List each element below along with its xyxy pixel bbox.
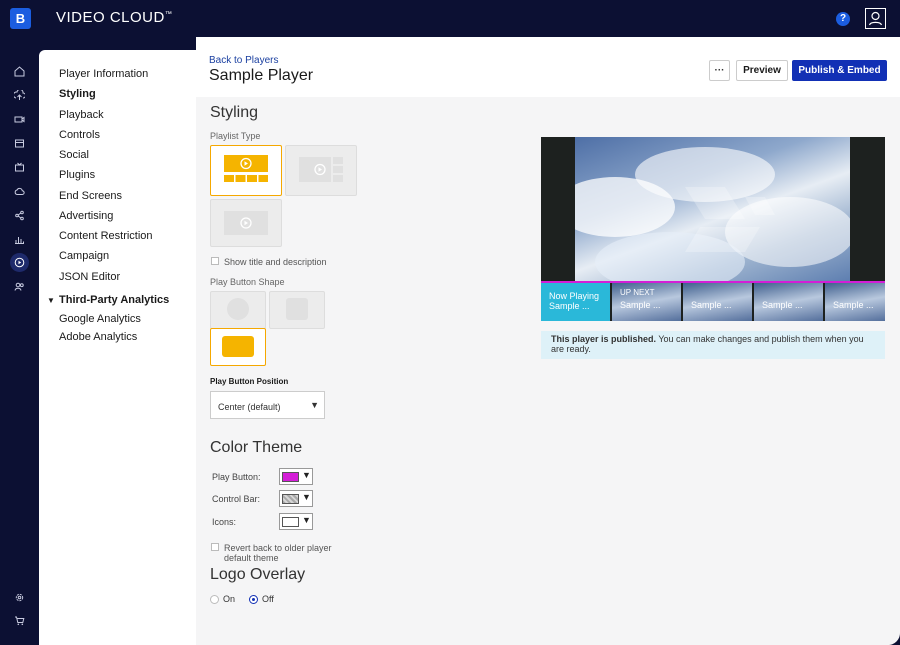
players-icon[interactable] <box>10 253 29 272</box>
brand-name: VIDEO CLOUD <box>56 9 165 26</box>
nav-item-player-information[interactable]: Player Information <box>59 68 148 80</box>
upload-icon[interactable] <box>10 86 29 105</box>
nav-item-json-editor[interactable]: JSON Editor <box>59 271 120 283</box>
video-icon[interactable] <box>10 110 29 129</box>
thumb-label-top: Now Playing <box>549 291 600 301</box>
nav-item-social[interactable]: Social <box>59 149 89 161</box>
dropdown-arrow-icon: ▼ <box>302 515 311 525</box>
playlist-type-side-tile[interactable] <box>285 145 357 196</box>
color-theme-heading: Color Theme <box>210 439 303 456</box>
play-button-position-value: Center (default) <box>218 402 281 412</box>
playlist-thumb[interactable]: Sample ... <box>825 283 885 321</box>
thumb-label-bottom: Sample ... <box>620 300 661 310</box>
more-options-button[interactable]: ··· <box>709 60 730 81</box>
page-title: Sample Player <box>209 67 314 84</box>
playlist-type-label: Playlist Type <box>210 131 261 141</box>
playlist-type-none-tile[interactable] <box>210 199 282 247</box>
logo-overlay-heading: Logo Overlay <box>210 566 306 583</box>
nav-item-controls[interactable]: Controls <box>59 129 100 141</box>
icons-color-swatch <box>282 517 299 527</box>
select-arrow-icon: ▼ <box>310 400 319 410</box>
nav-item-styling[interactable]: Styling <box>59 88 96 100</box>
nav-item-google-analytics[interactable]: Google Analytics <box>59 313 141 325</box>
nav-item-advertising[interactable]: Advertising <box>59 210 113 222</box>
cloud-icon[interactable] <box>10 182 29 201</box>
thumb-label-bottom: Sample ... <box>833 300 874 310</box>
cart-icon[interactable] <box>10 611 29 630</box>
user-icon[interactable] <box>865 8 886 29</box>
play-button-color-picker[interactable]: ▼ <box>279 468 313 485</box>
play-button-position-select[interactable]: Center (default) ▼ <box>210 391 325 419</box>
icons-color-picker[interactable]: ▼ <box>279 513 313 530</box>
chevron-down-icon[interactable]: ▼ <box>47 296 55 305</box>
share-icon[interactable] <box>10 206 29 225</box>
publish-embed-button[interactable]: Publish & Embed <box>792 60 887 81</box>
nav-item-adobe-analytics[interactable]: Adobe Analytics <box>59 331 137 343</box>
shape-circle-tile[interactable] <box>210 291 266 329</box>
logo-on-radio[interactable] <box>210 595 219 604</box>
play-button-color-swatch <box>282 472 299 482</box>
nav-item-plugins[interactable]: Plugins <box>59 169 95 181</box>
published-notice: This player is published. You can make c… <box>541 331 885 359</box>
control-bar-color-picker[interactable]: ▼ <box>279 490 313 507</box>
notice-bold-text: This player is published. <box>551 334 657 344</box>
dropdown-arrow-icon: ▼ <box>302 470 311 480</box>
play-button-position-label: Play Button Position <box>210 377 289 386</box>
playlist-thumb[interactable]: Sample ... <box>683 283 752 321</box>
revert-theme-checkbox[interactable] <box>211 543 219 551</box>
show-title-checkbox[interactable] <box>211 257 219 265</box>
player-preview[interactable]: Now Playing Sample ... UP NEXT Sample ..… <box>541 137 885 321</box>
analytics-icon[interactable] <box>10 230 29 249</box>
brand-trademark: ™ <box>164 11 173 18</box>
settings-icon[interactable] <box>10 588 29 607</box>
control-bar-color-label: Control Bar: <box>212 494 261 504</box>
playlist-thumb[interactable]: Sample ... <box>754 283 823 321</box>
playlist-thumb-now-playing[interactable]: Now Playing Sample ... <box>541 283 610 321</box>
play-button-color-label: Play Button: <box>212 472 261 482</box>
page-header: Back to Players Sample Player ··· Previe… <box>196 37 900 97</box>
playlist-thumb-up-next[interactable]: UP NEXT Sample ... <box>612 283 681 321</box>
settings-nav: Player Information Styling Playback Cont… <box>39 50 196 645</box>
show-title-label: Show title and description <box>224 257 327 267</box>
playlist-type-bottom-tile[interactable] <box>210 145 282 196</box>
brightcove-logo[interactable]: B <box>10 8 31 29</box>
logo-off-radio[interactable] <box>249 595 258 604</box>
preview-button[interactable]: Preview <box>736 60 788 81</box>
nav-section-third-party-analytics[interactable]: Third-Party Analytics <box>59 294 169 306</box>
thumb-label-bottom: Sample ... <box>549 301 590 311</box>
users-icon[interactable] <box>10 277 29 296</box>
main-content: Back to Players Sample Player ··· Previe… <box>196 37 900 645</box>
video-frame[interactable] <box>575 137 850 282</box>
revert-theme-label: Revert back to older player default them… <box>224 543 332 563</box>
top-bar: B VIDEO CLOUD™ ? <box>0 0 900 37</box>
nav-item-campaign[interactable]: Campaign <box>59 250 109 262</box>
shape-square-tile[interactable] <box>269 291 325 329</box>
help-icon[interactable]: ? <box>836 12 850 26</box>
app-brand: VIDEO CLOUD™ <box>56 9 172 26</box>
styling-heading: Styling <box>210 104 259 121</box>
back-to-players-link[interactable]: Back to Players <box>209 55 278 66</box>
icon-rail <box>0 37 39 645</box>
home-icon[interactable] <box>10 62 29 81</box>
media-icon[interactable] <box>10 134 29 153</box>
icons-color-label: Icons: <box>212 517 237 527</box>
play-button-shape-label: Play Button Shape <box>210 277 285 287</box>
thumb-label-top: UP NEXT <box>620 288 655 297</box>
thumb-label-bottom: Sample ... <box>762 300 803 310</box>
nav-item-end-screens[interactable]: End Screens <box>59 190 122 202</box>
thumb-label-bottom: Sample ... <box>691 300 732 310</box>
control-bar-color-swatch <box>282 494 299 504</box>
shape-rectangle-tile[interactable] <box>210 328 266 366</box>
watermark-logo <box>685 187 775 252</box>
live-icon[interactable] <box>10 158 29 177</box>
logo-off-label: Off <box>262 594 274 604</box>
dropdown-arrow-icon: ▼ <box>302 492 311 502</box>
nav-item-playback[interactable]: Playback <box>59 109 104 121</box>
logo-on-label: On <box>223 594 236 604</box>
nav-item-content-restriction[interactable]: Content Restriction <box>59 230 153 242</box>
